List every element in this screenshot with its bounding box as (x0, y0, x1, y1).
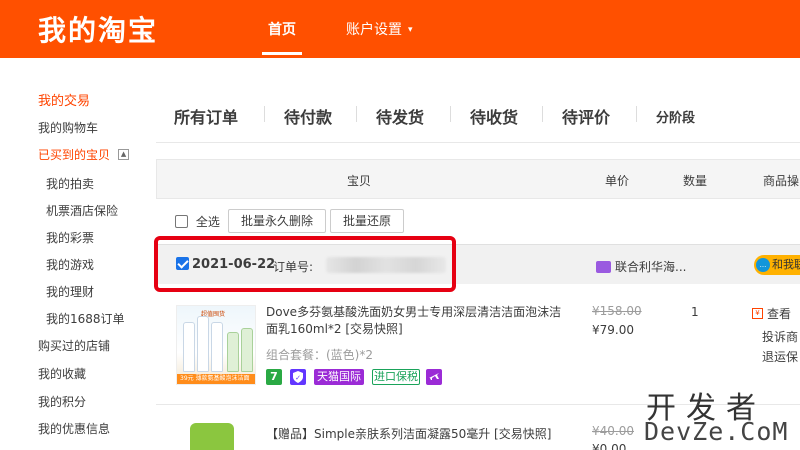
sidebar-item-shops[interactable]: 购买过的店铺 (38, 337, 110, 354)
sidebar-item-1688[interactable]: 我的1688订单 (46, 310, 125, 327)
select-all[interactable]: 全选 (175, 213, 220, 230)
contact-label: 和我联 (772, 258, 800, 271)
column-header-actions: 商品操 (763, 174, 800, 188)
tab-installments[interactable]: 分阶段 (656, 107, 695, 126)
bonded-import-badge[interactable]: 进口保税 (372, 369, 420, 385)
yuan-icon: ¥ (752, 308, 763, 319)
nav-home-link[interactable]: 首页 (268, 19, 296, 39)
tab-separator (264, 106, 265, 122)
sidebar-item-bought[interactable]: 已买到的宝贝 ▲ (38, 146, 130, 163)
nav-account-label: 账户设置 (346, 22, 402, 38)
view-label: 查看 (767, 307, 792, 321)
product-spec: 组合套餐：(蓝色)*2 (266, 348, 373, 362)
product-bottle (227, 332, 239, 372)
product-bottle (183, 322, 195, 372)
tab-all-orders[interactable]: 所有订单 (174, 104, 238, 128)
brand-logo[interactable]: 我的淘宝 (38, 9, 158, 49)
original-price: ¥158.00 (592, 304, 642, 318)
tab-separator (636, 106, 637, 122)
sidebar-item-games[interactable]: 我的游戏 (46, 256, 94, 273)
sidebar-item-label: 已买到的宝贝 (38, 148, 111, 162)
product-image[interactable]: 超值囤货 39元 薄款氨基酸泡沫洁面 (176, 305, 256, 385)
gift-product-title-link[interactable]: 【赠品】Simple亲肤系列洁面凝露50毫升 [交易快照] (266, 425, 551, 442)
column-header-quantity: 数量 (683, 174, 708, 188)
product-title-link[interactable]: Dove多芬氨基酸洗面奶女男士专用深层清洁洁面泡沫洁面乳160ml*2 [交易快… (266, 304, 566, 338)
plane-icon[interactable] (426, 369, 442, 385)
batch-actions-bar: 全选 批量永久删除 批量还原 (156, 205, 800, 237)
tab-separator (450, 106, 451, 122)
shield-icon[interactable]: ✓ (290, 369, 306, 385)
tab-pending-receipt[interactable]: 待收货 (470, 104, 518, 128)
tab-pending-payment[interactable]: 待付款 (284, 104, 332, 128)
quantity: 1 (691, 305, 699, 319)
watermark: 开发者 DevZe.CoM (640, 377, 800, 450)
sidebar-item-favorites[interactable]: 我的收藏 (38, 365, 86, 382)
table-header: 宝贝 单价 数量 商品操 (156, 159, 800, 199)
nav-account-settings[interactable]: 账户设置 ▾ (346, 19, 413, 39)
column-header-item: 宝贝 (347, 174, 372, 188)
gift-actual-price: ¥0.00 (592, 442, 627, 450)
view-snapshot-link[interactable]: ¥ 查看 (752, 305, 791, 322)
tab-separator (542, 106, 543, 122)
tab-separator (356, 106, 357, 122)
sidebar-item-lottery[interactable]: 我的彩票 (46, 229, 94, 246)
tab-pending-review[interactable]: 待评价 (562, 104, 610, 128)
batch-restore-button[interactable]: 批量还原 (330, 209, 405, 233)
tmall-global-badge[interactable]: 天猫国际 (314, 369, 364, 385)
contact-seller-button[interactable]: ... 和我联 (754, 255, 800, 275)
gift-original-price: ¥40.00 (592, 424, 634, 438)
sidebar: 我的交易 我的购物车 已买到的宝贝 ▲ 我的拍卖 机票酒店保险 我的彩票 我的游戏… (0, 58, 150, 450)
svg-text:✓: ✓ (295, 374, 301, 382)
product-bottle (197, 316, 209, 372)
return-shipping-insurance-link[interactable]: 退运保 (762, 348, 798, 365)
select-all-checkbox[interactable] (175, 215, 188, 228)
tabs-divider (156, 142, 800, 143)
complain-merchant-link[interactable]: 投诉商 (762, 328, 798, 345)
watermark-bottom: DevZe.CoM (644, 417, 789, 446)
sidebar-item-finance[interactable]: 我的理财 (46, 283, 94, 300)
product-bottle (241, 328, 253, 372)
gift-product-image[interactable] (190, 423, 234, 450)
column-header-unit-price: 单价 (605, 174, 630, 188)
select-all-label: 全选 (195, 215, 220, 229)
image-price-banner: 39元 薄款氨基酸泡沫洁面 (177, 374, 255, 384)
product-bottle (211, 322, 223, 372)
sidebar-item-my-trades[interactable]: 我的交易 (38, 90, 90, 109)
sidebar-item-auction[interactable]: 我的拍卖 (46, 175, 94, 192)
actual-price: ¥79.00 (592, 323, 634, 337)
seven-day-return-icon[interactable]: 7 (266, 369, 282, 385)
batch-delete-forever-button[interactable]: 批量永久删除 (228, 209, 327, 233)
order-tabs: 所有订单 待付款 待发货 待收货 待评价 分阶段 (156, 90, 800, 142)
sidebar-item-travel[interactable]: 机票酒店保险 (46, 202, 118, 219)
chevron-down-icon: ▾ (408, 25, 413, 35)
shop-name: 联合利华海... (615, 260, 687, 274)
shop-icon (596, 260, 611, 273)
highlight-annotation (154, 236, 456, 292)
collapse-icon[interactable]: ▲ (118, 149, 130, 160)
sidebar-item-coupons[interactable]: 我的优惠信息 (38, 420, 110, 437)
shop-link[interactable]: 联合利华海... (596, 258, 686, 275)
tab-pending-shipment[interactable]: 待发货 (376, 104, 424, 128)
sidebar-item-points[interactable]: 我的积分 (38, 393, 86, 410)
top-navbar: 我的淘宝 首页 账户设置 ▾ (0, 0, 800, 58)
chat-bubble-icon: ... (756, 258, 770, 272)
nav-active-indicator (262, 52, 302, 55)
sidebar-item-cart[interactable]: 我的购物车 (38, 119, 98, 136)
